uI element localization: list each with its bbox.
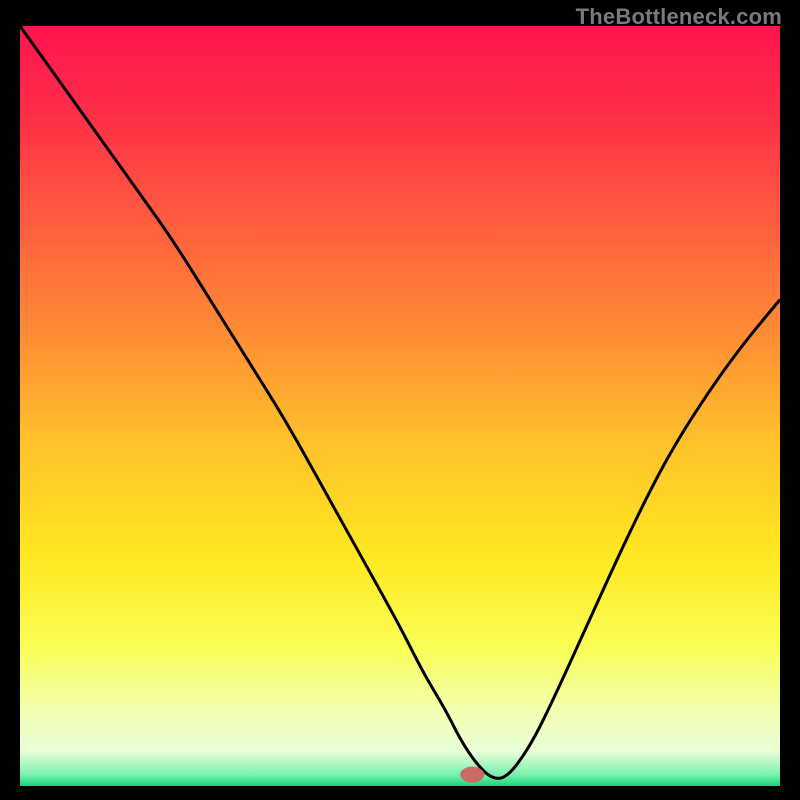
bottleneck-plot-svg	[20, 26, 780, 786]
watermark-text: TheBottleneck.com	[576, 4, 782, 30]
plot-area	[20, 26, 780, 786]
optimal-point-marker	[460, 767, 484, 783]
gradient-background	[20, 26, 780, 786]
chart-frame: TheBottleneck.com	[0, 0, 800, 800]
